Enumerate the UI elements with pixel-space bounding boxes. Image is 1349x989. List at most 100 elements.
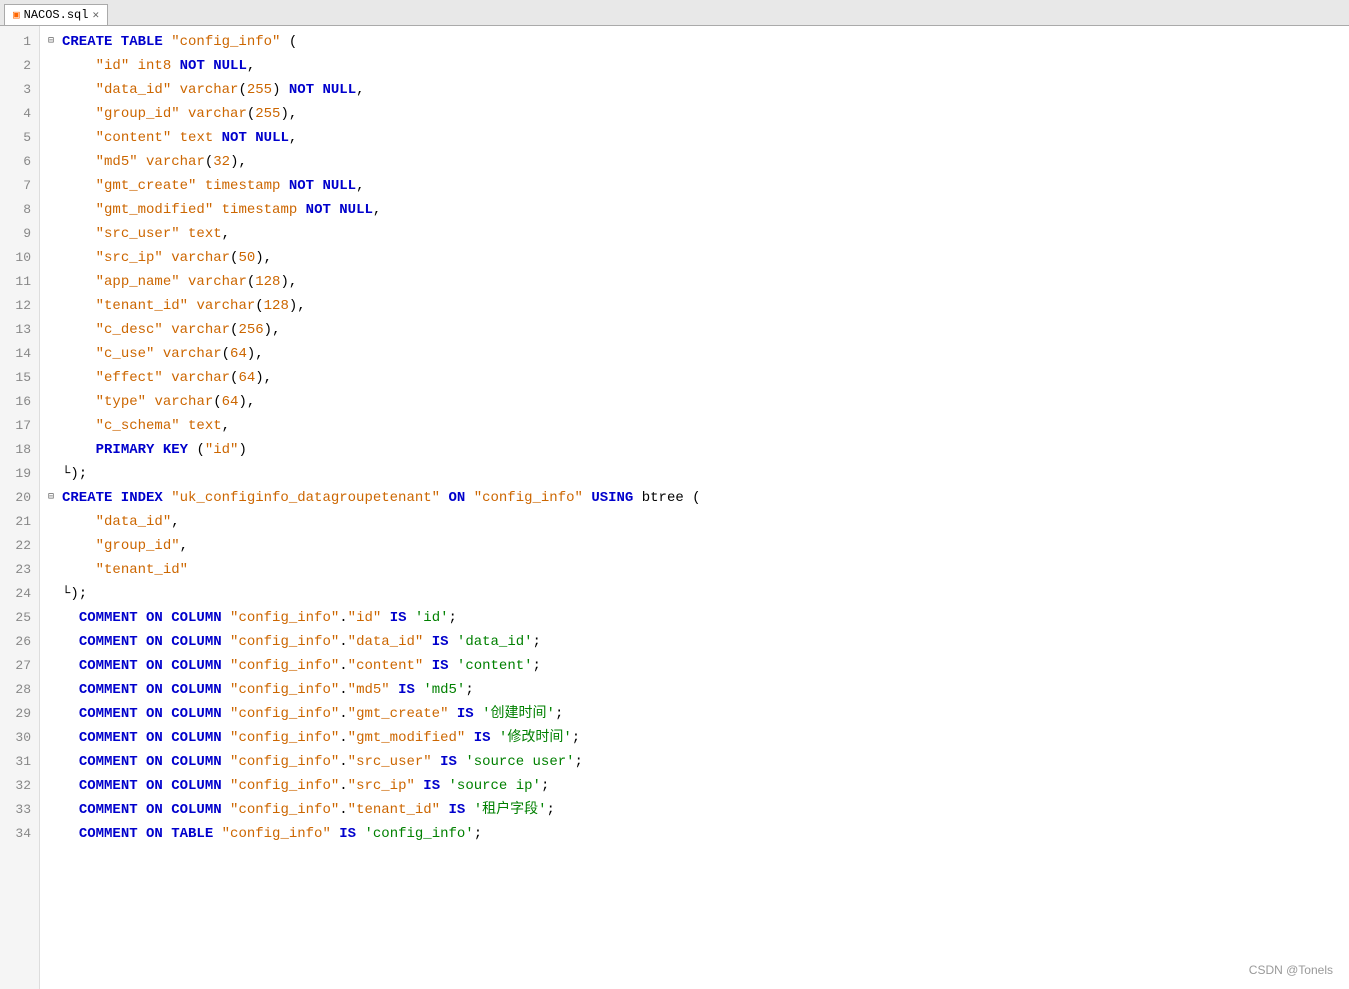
sql-tab[interactable]: ▣ NACOS.sql ✕ — [4, 4, 108, 25]
line-number: 11 — [8, 270, 31, 294]
code-line: └); — [48, 582, 1349, 606]
code-line: "type" varchar(64), — [48, 390, 1349, 414]
token-kw: CREATE INDEX — [62, 486, 171, 510]
token-str: "src_ip" — [348, 774, 415, 798]
code-line: COMMENT ON COLUMN "config_info"."md5" IS… — [48, 678, 1349, 702]
token-plain — [62, 702, 79, 726]
token-plain: . — [339, 678, 347, 702]
token-plain: ), — [247, 342, 264, 366]
token-kw: IS — [398, 678, 415, 702]
tab-bar: ▣ NACOS.sql ✕ — [0, 0, 1349, 26]
token-plain: ), — [280, 270, 297, 294]
line-number: 3 — [8, 78, 31, 102]
main-window: ▣ NACOS.sql ✕ 12345678910111213141516171… — [0, 0, 1349, 989]
token-plain — [62, 438, 96, 462]
line-number: 16 — [8, 390, 31, 414]
code-line: "tenant_id" — [48, 558, 1349, 582]
token-plain — [171, 78, 179, 102]
token-type: varchar — [146, 150, 205, 174]
token-plain — [171, 126, 179, 150]
fold-minus-icon[interactable]: ⊟ — [48, 30, 60, 54]
line-number: 21 — [8, 510, 31, 534]
line-number: 30 — [8, 726, 31, 750]
token-plain: ( — [213, 390, 221, 414]
line-number: 14 — [8, 342, 31, 366]
token-plain: , — [289, 126, 297, 150]
token-plain: . — [339, 702, 347, 726]
token-plain — [390, 678, 398, 702]
sql-icon: ▣ — [13, 8, 20, 22]
token-plain — [62, 246, 96, 270]
token-plain: ( — [238, 78, 246, 102]
line-number: 9 — [8, 222, 31, 246]
token-num: 128 — [264, 294, 289, 318]
code-line: "tenant_id" varchar(128), — [48, 294, 1349, 318]
token-plain: . — [339, 798, 347, 822]
line-number: 8 — [8, 198, 31, 222]
token-type: varchar — [171, 318, 230, 342]
line-number: 5 — [8, 126, 31, 150]
token-kw: IS — [423, 774, 440, 798]
line-number: 24 — [8, 582, 31, 606]
token-plain — [62, 54, 96, 78]
token-plain: ; — [575, 750, 583, 774]
token-str: "config_info" — [222, 822, 331, 846]
line-number: 34 — [8, 822, 31, 846]
token-plain: , — [373, 198, 381, 222]
code-line: "group_id", — [48, 534, 1349, 558]
token-plain — [146, 390, 154, 414]
token-plain — [583, 486, 591, 510]
token-plain: . — [339, 750, 347, 774]
line-number: 19 — [8, 462, 31, 486]
code-line: "md5" varchar(32), — [48, 150, 1349, 174]
token-plain: ( — [255, 294, 263, 318]
line-number: 12 — [8, 294, 31, 318]
token-val: 'data_id' — [457, 630, 533, 654]
token-kw: ON — [448, 486, 473, 510]
line-number: 2 — [8, 54, 31, 78]
fold-minus-icon[interactable]: ⊟ — [48, 486, 60, 510]
code-line: COMMENT ON COLUMN "config_info"."src_use… — [48, 750, 1349, 774]
token-str: "config_info" — [230, 678, 339, 702]
token-str: "config_info" — [474, 486, 583, 510]
tab-close-button[interactable]: ✕ — [92, 8, 99, 22]
token-plain: ( — [230, 318, 238, 342]
token-str: "config_info" — [230, 606, 339, 630]
token-plain: ), — [289, 294, 306, 318]
token-plain — [138, 150, 146, 174]
token-plain — [180, 270, 188, 294]
line-number: 15 — [8, 366, 31, 390]
token-val: 'content' — [457, 654, 533, 678]
token-plain: ), — [255, 366, 272, 390]
token-plain — [381, 606, 389, 630]
token-val: 'source ip' — [449, 774, 541, 798]
token-str: "id" — [348, 606, 382, 630]
line-number: 28 — [8, 678, 31, 702]
token-plain — [196, 174, 204, 198]
token-str: "tenant_id" — [348, 798, 440, 822]
code-line: "data_id", — [48, 510, 1349, 534]
token-str: "id" — [205, 438, 239, 462]
token-val: 'md5' — [423, 678, 465, 702]
token-plain: , — [171, 510, 179, 534]
token-str: "src_ip" — [96, 246, 163, 270]
token-plain — [449, 654, 457, 678]
token-plain: ( — [196, 438, 204, 462]
token-plain — [465, 726, 473, 750]
token-plain — [62, 678, 79, 702]
token-val: '租户字段' — [474, 798, 547, 822]
line-number: 29 — [8, 702, 31, 726]
token-str: "type" — [96, 390, 146, 414]
token-str: "config_info" — [171, 30, 280, 54]
code-line: "c_desc" varchar(256), — [48, 318, 1349, 342]
token-plain: ), — [264, 318, 281, 342]
token-plain — [62, 510, 96, 534]
code-line: "gmt_create" timestamp NOT NULL, — [48, 174, 1349, 198]
token-plain — [474, 702, 482, 726]
code-line: ⊟CREATE TABLE "config_info" ( — [48, 30, 1349, 54]
token-plain: ; — [474, 822, 482, 846]
line-number: 10 — [8, 246, 31, 270]
token-str: "config_info" — [230, 798, 339, 822]
line-number: 17 — [8, 414, 31, 438]
token-str: "config_info" — [230, 630, 339, 654]
